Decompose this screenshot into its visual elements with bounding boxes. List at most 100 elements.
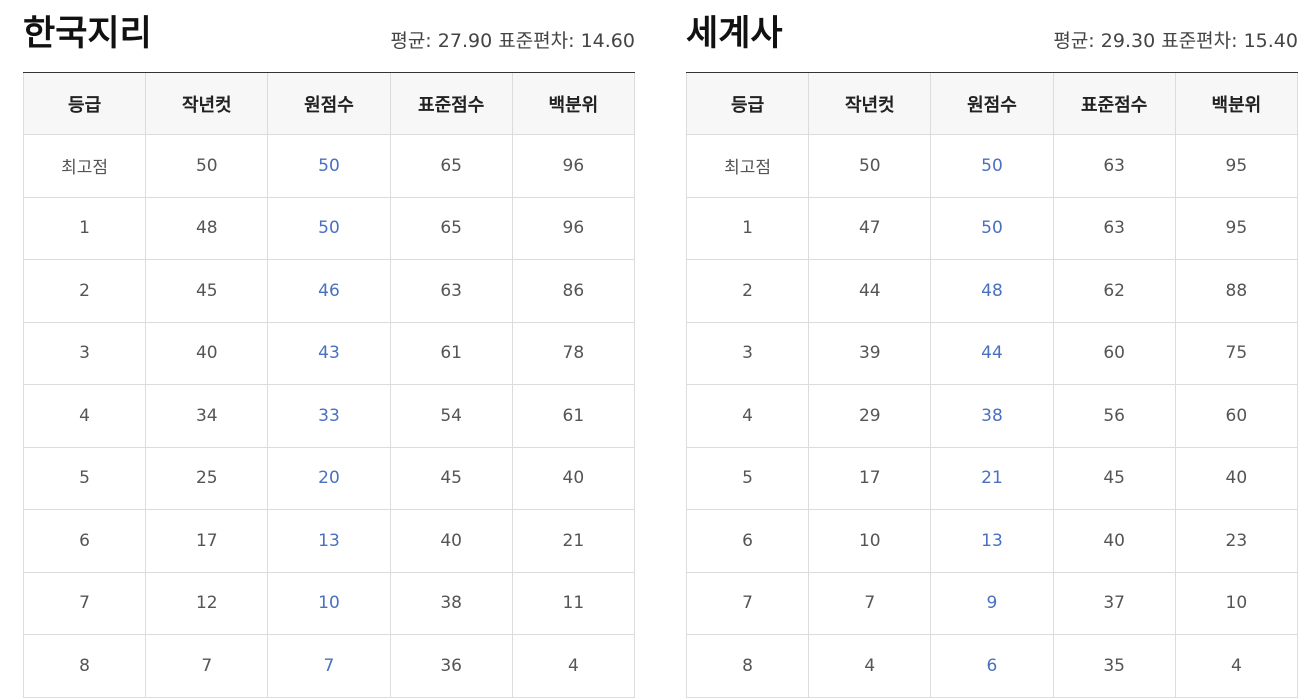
raw-score-cell: 46: [267, 259, 391, 323]
panel-header: 한국지리 평균: 27.90 표준편차: 14.60: [23, 0, 635, 73]
grade-table: 등급 작년컷 원점수 표준점수 백분위 최고점 50 50 65 96 1 48 50 65 96…: [22, 73, 636, 698]
percentile-cell: 75: [1174, 321, 1299, 385]
standard-score-cell: 65: [389, 196, 513, 260]
percentile-cell: 10: [1174, 571, 1299, 635]
percentile-cell: 88: [1174, 259, 1299, 323]
panel-stats: 평균: 27.90 표준편차: 14.60: [390, 28, 635, 54]
percentile-cell: 11: [511, 571, 636, 635]
standard-score-cell: 54: [389, 384, 513, 448]
col-percentile-header: 백분위: [511, 73, 636, 135]
grade-cell: 5: [685, 446, 810, 510]
col-grade-header: 등급: [22, 73, 147, 135]
standard-score-cell: 45: [389, 446, 513, 510]
percentile-cell: 95: [1174, 196, 1299, 260]
grade-table: 등급 작년컷 원점수 표준점수 백분위 최고점 50 50 63 95 1 47 50 63 95…: [685, 73, 1299, 698]
standard-score-cell: 37: [1052, 571, 1176, 635]
last-year-cut-cell: 50: [145, 134, 269, 198]
table-row: 최고점 50 50 65 96: [22, 134, 636, 198]
percentile-cell: 60: [1174, 384, 1299, 448]
last-year-cut-cell: 25: [145, 446, 269, 510]
grade-cell: 5: [22, 446, 147, 510]
raw-score-cell: 38: [930, 384, 1054, 448]
raw-score-cell: 13: [930, 509, 1054, 573]
table-row: 7 7 9 37 10: [685, 571, 1299, 635]
raw-score-cell: 10: [267, 571, 391, 635]
table-row: 8 4 6 35 4: [685, 634, 1299, 698]
grade-cell: 4: [685, 384, 810, 448]
standard-score-cell: 38: [389, 571, 513, 635]
raw-score-cell: 33: [267, 384, 391, 448]
grade-cell: 7: [22, 571, 147, 635]
grade-cell: 2: [685, 259, 810, 323]
standard-score-cell: 60: [1052, 321, 1176, 385]
table-row: 3 40 43 61 78: [22, 321, 636, 385]
sd-label: 표준편차:: [498, 30, 575, 52]
standard-score-cell: 40: [1052, 509, 1176, 573]
standard-score-cell: 63: [1052, 134, 1176, 198]
grade-cell: 1: [22, 196, 147, 260]
last-year-cut-cell: 12: [145, 571, 269, 635]
mean-value: 27.90: [437, 30, 493, 52]
percentile-cell: 21: [511, 509, 636, 573]
percentile-cell: 40: [511, 446, 636, 510]
mean-label: 평균:: [1053, 30, 1095, 52]
raw-score-cell: 50: [930, 196, 1054, 260]
col-raw-score-header: 원점수: [930, 73, 1054, 135]
raw-score-cell: 6: [930, 634, 1054, 698]
percentile-cell: 4: [511, 634, 636, 698]
panel-title: 세계사: [686, 14, 783, 54]
raw-score-cell: 50: [267, 134, 391, 198]
raw-score-cell: 7: [267, 634, 391, 698]
grade-cell: 3: [685, 321, 810, 385]
table-row: 2 45 46 63 86: [22, 259, 636, 323]
last-year-cut-cell: 39: [808, 321, 932, 385]
table-row: 6 10 13 40 23: [685, 509, 1299, 573]
last-year-cut-cell: 29: [808, 384, 932, 448]
panel-header: 세계사 평균: 29.30 표준편차: 15.40: [686, 0, 1298, 73]
percentile-cell: 96: [511, 134, 636, 198]
table-row: 6 17 13 40 21: [22, 509, 636, 573]
last-year-cut-cell: 50: [808, 134, 932, 198]
percentile-cell: 40: [1174, 446, 1299, 510]
last-year-cut-cell: 47: [808, 196, 932, 260]
percentile-cell: 78: [511, 321, 636, 385]
percentile-cell: 23: [1174, 509, 1299, 573]
world-history-panel: 세계사 평균: 29.30 표준편차: 15.40 등급 작년컷 원점수 표준점…: [685, 0, 1299, 698]
table-row: 7 12 10 38 11: [22, 571, 636, 635]
last-year-cut-cell: 7: [145, 634, 269, 698]
standard-score-cell: 62: [1052, 259, 1176, 323]
col-last-year-cut-header: 작년컷: [808, 73, 932, 135]
raw-score-cell: 44: [930, 321, 1054, 385]
grade-cell: 6: [22, 509, 147, 573]
sd-label: 표준편차:: [1161, 30, 1238, 52]
standard-score-cell: 63: [389, 259, 513, 323]
grade-cell: 8: [685, 634, 810, 698]
sd-value: 14.60: [580, 30, 635, 52]
last-year-cut-cell: 10: [808, 509, 932, 573]
grade-cell: 최고점: [685, 134, 810, 198]
standard-score-cell: 45: [1052, 446, 1176, 510]
raw-score-cell: 13: [267, 509, 391, 573]
standard-score-cell: 35: [1052, 634, 1176, 698]
raw-score-cell: 43: [267, 321, 391, 385]
grade-cell: 4: [22, 384, 147, 448]
table-row: 최고점 50 50 63 95: [685, 134, 1299, 198]
col-percentile-header: 백분위: [1174, 73, 1299, 135]
sd-value: 15.40: [1243, 30, 1298, 52]
percentile-cell: 96: [511, 196, 636, 260]
table-row: 8 7 7 36 4: [22, 634, 636, 698]
percentile-cell: 86: [511, 259, 636, 323]
raw-score-cell: 50: [930, 134, 1054, 198]
raw-score-cell: 50: [267, 196, 391, 260]
grade-cell: 1: [685, 196, 810, 260]
last-year-cut-cell: 45: [145, 259, 269, 323]
raw-score-cell: 48: [930, 259, 1054, 323]
grade-cell: 최고점: [22, 134, 147, 198]
table-row: 5 17 21 45 40: [685, 446, 1299, 510]
panel-stats: 평균: 29.30 표준편차: 15.40: [1053, 28, 1298, 54]
table-body: 최고점 50 50 65 96 1 48 50 65 96 2 45 46 63 86 3 40 43 61 78 4 3…: [22, 134, 636, 698]
table-header-row: 등급 작년컷 원점수 표준점수 백분위: [22, 73, 636, 135]
standard-score-cell: 36: [389, 634, 513, 698]
standard-score-cell: 61: [389, 321, 513, 385]
last-year-cut-cell: 48: [145, 196, 269, 260]
